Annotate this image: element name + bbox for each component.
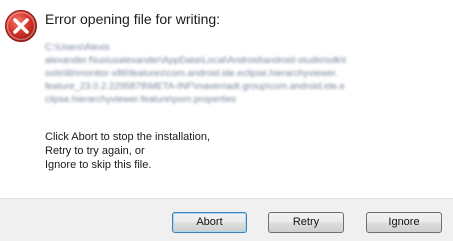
dialog-content: Error opening file for writing: C:\Users… (0, 0, 453, 198)
ignore-button[interactable]: Ignore (366, 212, 442, 233)
error-heading: Error opening file for writing: (45, 11, 221, 27)
file-path-line: ools\lib\monitor-x86\features\com.androi… (45, 68, 339, 79)
file-path-line: C:\Users\Alexis (45, 42, 110, 53)
file-path-line: alexander.f\iusiusalexander\AppData\Loca… (45, 55, 347, 66)
instruction-line: Ignore to skip this file. (45, 159, 152, 171)
instruction-line: Retry to try again, or (45, 145, 145, 157)
abort-button[interactable]: Abort (172, 212, 247, 233)
file-path-line: feature_23.0.2.2295878\META-INF\maven\ad… (45, 81, 345, 92)
retry-button[interactable]: Retry (268, 212, 344, 233)
error-dialog: Error opening file for writing: C:\Users… (0, 0, 453, 241)
instruction-line: Click Abort to stop the installation, (45, 131, 211, 143)
file-path-text: C:\Users\Alexis alexander.f\iusiusalexan… (45, 41, 415, 106)
error-icon (4, 9, 38, 43)
instructions-text: Click Abort to stop the installation, Re… (45, 130, 210, 172)
file-path-line: clipse.hierarchyviewer.feature\pom.prope… (45, 94, 237, 105)
button-bar: Abort Retry Ignore (0, 198, 453, 241)
